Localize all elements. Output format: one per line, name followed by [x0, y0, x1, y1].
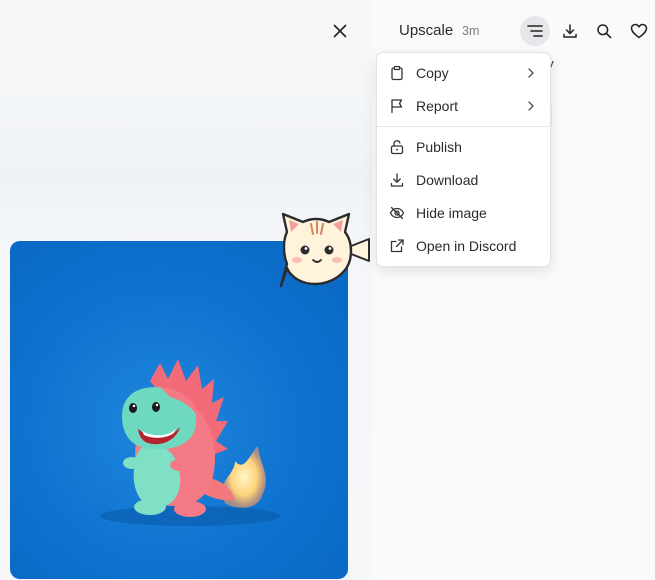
heart-icon — [630, 23, 648, 39]
download-icon — [390, 173, 404, 187]
menu-item-publish[interactable]: Publish — [377, 131, 550, 163]
close-icon — [333, 24, 347, 38]
menu-item-label: Download — [416, 172, 479, 188]
menu-item-label: Open in Discord — [416, 238, 517, 254]
eye-off-icon — [389, 206, 405, 220]
menu-item-label: Report — [416, 98, 459, 114]
options-menu-button[interactable] — [520, 16, 550, 46]
search-icon — [597, 24, 612, 39]
cat-cursor-icon — [279, 212, 370, 288]
lock-open-icon — [390, 140, 404, 155]
options-dropdown-menu: Copy Report Publish Download Hide image … — [376, 52, 551, 267]
menu-item-label: Publish — [416, 139, 462, 155]
download-button[interactable] — [555, 16, 585, 46]
flag-icon — [391, 99, 403, 114]
menu-lines-icon — [527, 25, 543, 37]
like-button[interactable] — [624, 16, 654, 46]
menu-divider — [377, 126, 550, 127]
menu-item-copy[interactable]: Copy — [377, 57, 550, 89]
external-link-icon — [390, 239, 404, 253]
search-button[interactable] — [589, 16, 619, 46]
timestamp: 3m — [462, 24, 480, 38]
dinosaur-figure — [100, 359, 280, 526]
chevron-right-icon — [528, 101, 534, 111]
download-icon — [563, 24, 577, 38]
menu-item-open-in-discord[interactable]: Open in Discord — [377, 230, 550, 262]
menu-item-label: Copy — [416, 65, 449, 81]
menu-item-report[interactable]: Report — [377, 90, 550, 122]
close-button[interactable] — [328, 19, 352, 43]
chevron-right-icon — [528, 68, 534, 78]
menu-item-download[interactable]: Download — [377, 164, 550, 196]
menu-item-hide-image[interactable]: Hide image — [377, 197, 550, 229]
page-title: Upscale — [399, 22, 454, 39]
generated-image[interactable] — [10, 241, 348, 579]
clipboard-icon — [391, 65, 403, 81]
menu-item-label: Hide image — [416, 205, 487, 221]
